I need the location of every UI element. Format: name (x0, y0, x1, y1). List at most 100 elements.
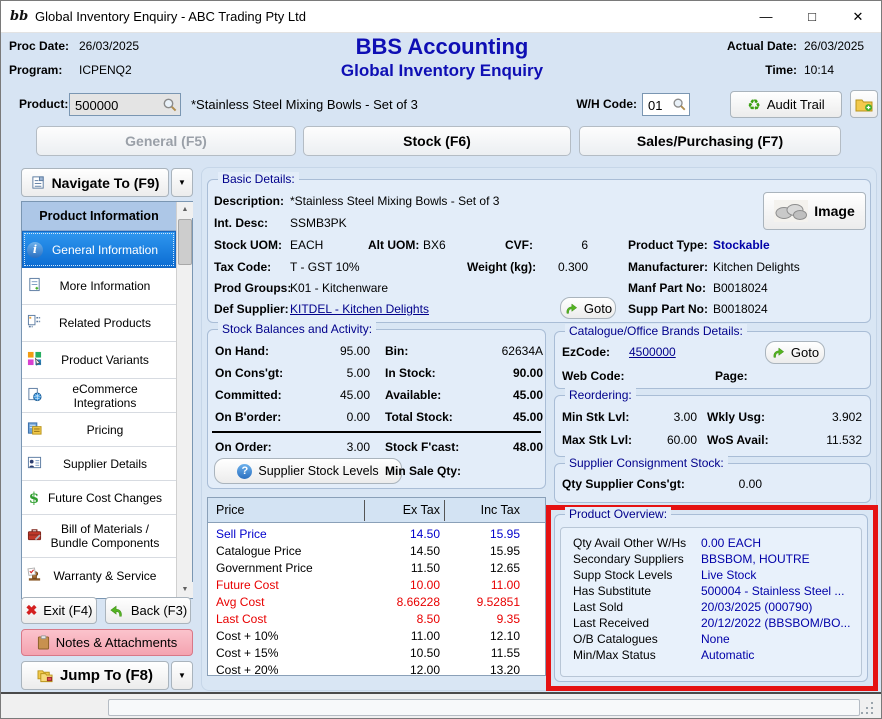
scroll-down-icon[interactable]: ▼ (177, 582, 193, 598)
sidebar-item-related-products[interactable]: Related Products (22, 305, 176, 342)
overview-value: BBSBOM, HOUTRE (701, 552, 810, 566)
sidebar-item-future-cost-changes[interactable]: $ Future Cost Changes (22, 481, 176, 515)
chevron-down-icon: ▼ (178, 178, 186, 187)
col-price: Price (216, 503, 244, 517)
manufacturer-label: Manufacturer: (628, 260, 708, 274)
program-label: Program: (9, 63, 62, 77)
sidebar-item-general-information[interactable]: i General Information (22, 231, 176, 268)
tab-stock[interactable]: Stock (F6) (303, 126, 571, 156)
bom-toolbox-icon (22, 527, 46, 545)
description-value: *Stainless Steel Mixing Bowls - Set of 3 (290, 194, 499, 208)
sidebar-item-pricing[interactable]: Pricing (22, 413, 176, 447)
goto-catalogue-button[interactable]: Goto (765, 341, 825, 364)
navigate-form-icon (31, 175, 46, 190)
product-overview-group: Product Overview: Qty Avail Other W/Hs 0… (554, 514, 868, 682)
int-desc-label: Int. Desc: (214, 216, 268, 230)
scroll-up-icon[interactable]: ▲ (177, 202, 193, 218)
navigate-to-button[interactable]: Navigate To (F9) (21, 168, 169, 197)
stock-uom-value: EACH (290, 238, 323, 252)
supplier-stock-levels-button[interactable]: ? Supplier Stock Levels (214, 458, 402, 484)
navigate-to-label: Navigate To (F9) (52, 175, 160, 191)
overview-label: Last Sold (573, 600, 623, 614)
sidebar-item-supplier-details[interactable]: Supplier Details (22, 447, 176, 481)
consignment-title: Supplier Consignment Stock: (565, 456, 728, 470)
sidebar-item-ecommerce-integrations[interactable]: eCommerce Integrations (22, 379, 176, 413)
search-icon[interactable] (162, 97, 178, 113)
exit-label: Exit (F4) (43, 603, 92, 618)
description-label: Description: (214, 194, 284, 208)
stock-fcast-value: 48.00 (453, 440, 543, 454)
bin-label: Bin: (385, 344, 408, 358)
window-title: Global Inventory Enquiry - ABC Trading P… (35, 1, 306, 33)
weight-label: Weight (kg): (467, 260, 536, 274)
jump-folders-icon (37, 668, 54, 683)
close-x-icon: ✖ (26, 602, 38, 619)
folder-add-icon (855, 96, 873, 112)
overview-value: 20/12/2022 (BBSBOM/BO... (701, 616, 850, 630)
alt-uom-value: BX6 (423, 238, 446, 252)
title-bar: bb Global Inventory Enquiry - ABC Tradin… (1, 1, 881, 33)
resize-grip-icon[interactable] (861, 712, 863, 714)
jump-dropdown-button[interactable]: ▼ (171, 661, 193, 690)
def-supplier-link[interactable]: KITDEL - Kitchen Delights (290, 302, 429, 316)
total-stock-value: 45.00 (453, 410, 543, 424)
jump-to-button[interactable]: Jump To (F8) (21, 661, 169, 690)
image-label: Image (814, 203, 854, 219)
overview-value: 0.00 EACH (701, 536, 761, 550)
status-field (108, 699, 860, 716)
sidebar-item-more-information[interactable]: More Information (22, 268, 176, 305)
manf-part-label: Manf Part No: (628, 281, 706, 295)
close-button[interactable]: ✕ (835, 1, 881, 33)
tax-code-label: Tax Code: (214, 260, 271, 274)
minimize-button[interactable]: — (743, 1, 789, 33)
web-code-label: Web Code: (562, 369, 624, 383)
price-table-header: Price Ex Tax Inc Tax (208, 498, 545, 523)
on-border-label: On B'order: (215, 410, 281, 424)
dollar-icon: $ (22, 489, 46, 507)
goto-label: Goto (791, 345, 819, 360)
overview-value: 20/03/2025 (000790) (701, 600, 812, 614)
overview-label: Qty Avail Other W/Hs (573, 536, 686, 550)
product-type-value: Stockable (713, 238, 770, 252)
actual-date-value: 26/03/2025 (804, 39, 864, 53)
supplier-person-icon (22, 455, 46, 473)
wos-avail-value: 11.532 (785, 433, 862, 447)
scrollbar-thumb[interactable] (178, 219, 192, 265)
on-order-value: 3.00 (298, 440, 370, 454)
sidebar-item-bill-of-materials[interactable]: Bill of Materials / Bundle Components (22, 515, 176, 558)
question-icon: ? (237, 464, 252, 479)
product-type-label: Product Type: (628, 238, 708, 252)
page-label: Page: (715, 369, 748, 383)
notes-attachments-button[interactable]: Notes & Attachments (21, 629, 193, 656)
overview-label: Secondary Suppliers (573, 552, 684, 566)
sidebar-item-warranty-service[interactable]: Warranty & Service (22, 558, 176, 594)
product-input[interactable]: 500000 (69, 93, 181, 116)
in-stock-value: 90.00 (453, 366, 543, 380)
committed-label: Committed: (215, 388, 282, 402)
overview-value: Automatic (701, 648, 754, 662)
sidebar-scrollbar[interactable]: ▲ ▼ (176, 202, 192, 598)
goto-supplier-button[interactable]: Goto (560, 297, 616, 319)
ezcode-link[interactable]: 4500000 (629, 345, 676, 359)
reordering-group: Reordering: Min Stk Lvl: 3.00 Wkly Usg: … (554, 395, 871, 457)
tab-sales-purchasing[interactable]: Sales/Purchasing (F7) (579, 126, 841, 156)
overview-value: Live Stock (701, 568, 756, 582)
consignment-group: Supplier Consignment Stock: Qty Supplier… (554, 463, 871, 503)
navigate-dropdown-button[interactable]: ▼ (171, 168, 193, 197)
back-button[interactable]: Back (F3) (105, 597, 191, 624)
variants-grid-icon (22, 351, 46, 369)
sidebar-item-product-variants[interactable]: Product Variants (22, 342, 176, 379)
search-icon[interactable] (672, 97, 687, 112)
proc-date-label: Proc Date: (9, 39, 69, 53)
tab-general[interactable]: General (F5) (36, 126, 296, 156)
wkly-usg-value: 3.902 (785, 410, 862, 424)
wh-code-input[interactable]: 01 (642, 93, 690, 116)
maximize-button[interactable]: □ (789, 1, 835, 33)
exit-button[interactable]: ✖ Exit (F4) (21, 597, 97, 624)
image-button[interactable]: Image (763, 192, 866, 230)
basic-details-group: Basic Details: Description: *Stainless S… (207, 179, 871, 323)
col-inc-tax: Inc Tax (448, 503, 520, 517)
audit-trail-button[interactable]: ♻ Audit Trail (730, 91, 842, 118)
new-folder-button[interactable] (850, 90, 878, 118)
overview-label: Min/Max Status (573, 648, 656, 662)
